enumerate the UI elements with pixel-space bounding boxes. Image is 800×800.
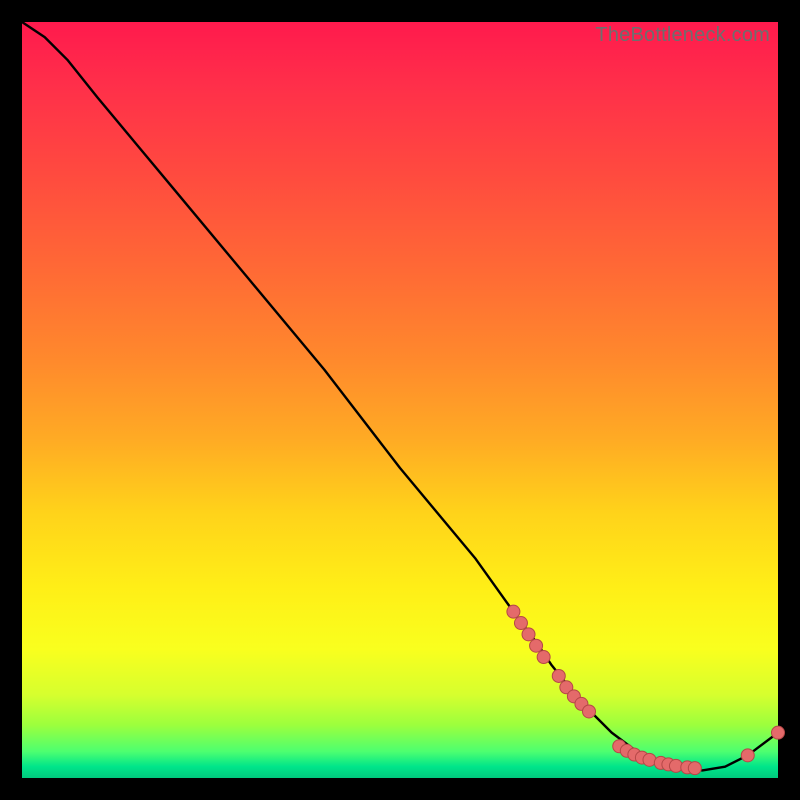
marker-cluster-b [583, 705, 596, 718]
chart-overlay [22, 22, 778, 778]
data-markers [507, 605, 785, 774]
marker-cluster-d [772, 726, 785, 739]
marker-cluster-b [552, 669, 565, 682]
bottleneck-curve [22, 22, 778, 770]
marker-cluster-c [688, 762, 701, 775]
marker-cluster-a [507, 605, 520, 618]
marker-cluster-a [537, 651, 550, 664]
chart-frame: TheBottleneck.com [0, 0, 800, 800]
marker-cluster-a [530, 639, 543, 652]
marker-cluster-d [741, 749, 754, 762]
marker-cluster-a [522, 628, 535, 641]
marker-cluster-a [514, 617, 527, 630]
plot-area: TheBottleneck.com [22, 22, 778, 778]
